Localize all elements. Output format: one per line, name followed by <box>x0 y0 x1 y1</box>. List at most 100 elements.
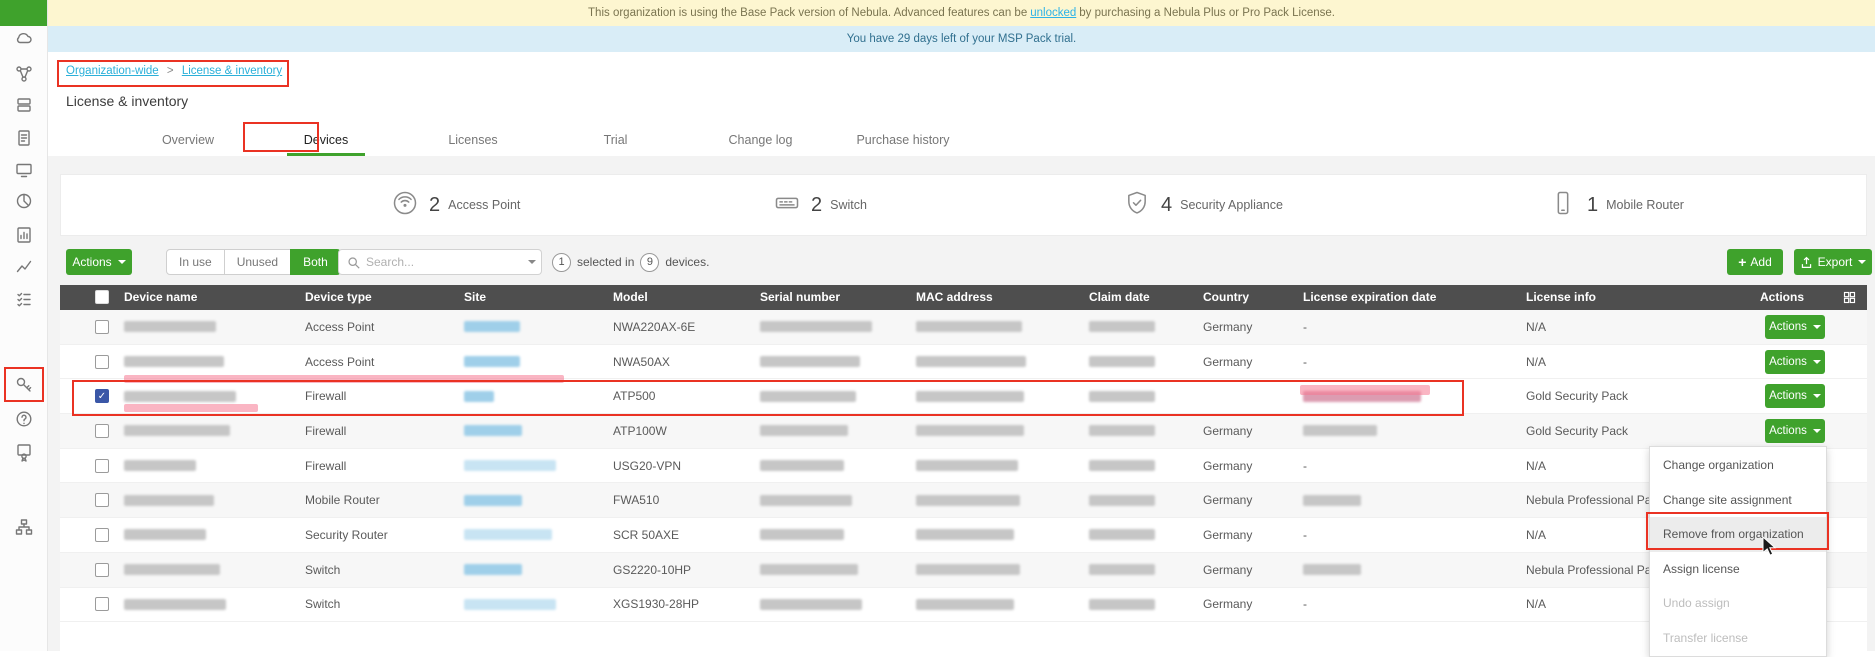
column-header-actions[interactable]: Actions <box>1760 285 1804 310</box>
analytics-icon[interactable] <box>14 256 34 276</box>
devices-icon[interactable] <box>14 160 34 180</box>
mac-address-cell <box>916 588 1014 622</box>
table-row[interactable]: ✓FirewallATP500Gold Security PackActions <box>60 379 1867 414</box>
msp-trial-banner: You have 29 days left of your MSP Pack t… <box>48 26 1875 52</box>
tab-devices[interactable]: Devices <box>276 126 376 156</box>
breadcrumb-organization-wide[interactable]: Organization-wide <box>66 65 159 77</box>
column-header-site[interactable]: Site <box>464 285 486 310</box>
table-row[interactable]: Access PointNWA50AXGermany-N/AActions <box>60 345 1867 380</box>
redacted-text <box>760 425 848 436</box>
tab-purchase-history[interactable]: Purchase history <box>843 126 963 156</box>
bulk-actions-button[interactable]: Actions <box>66 249 132 275</box>
device-type-cell: Firewall <box>305 379 346 413</box>
menu-item-change-site-assignment[interactable]: Change site assignment <box>1650 483 1826 518</box>
device-name-cell <box>124 379 236 413</box>
row-checkbox[interactable] <box>95 355 109 369</box>
row-actions-context-menu: Change organizationChange site assignmen… <box>1649 446 1827 657</box>
license-key-icon[interactable] <box>14 375 34 395</box>
column-header-license-expiration-date[interactable]: License expiration date <box>1303 285 1436 310</box>
caret-down-icon <box>1858 260 1866 264</box>
cloud-icon[interactable] <box>14 29 34 49</box>
add-device-button[interactable]: + Add <box>1727 249 1783 275</box>
filter-both[interactable]: Both <box>290 249 341 275</box>
column-settings-icon[interactable] <box>1842 290 1857 305</box>
serial-number-cell <box>760 553 858 587</box>
column-header-device-type[interactable]: Device type <box>305 285 372 310</box>
search-input[interactable] <box>366 255 515 269</box>
sites-icon[interactable] <box>14 95 34 115</box>
report-icon[interactable] <box>14 225 34 245</box>
model-cell: USG20-VPN <box>613 449 681 483</box>
search-options-button[interactable] <box>523 249 542 275</box>
mobile-router-icon <box>1549 189 1577 222</box>
caret-down-icon <box>1813 325 1821 329</box>
security-appliance-icon <box>1123 189 1151 222</box>
table-header: Device name Device type Site Model Serial nu… <box>60 285 1867 310</box>
summary-access-point: 2 Access Point <box>391 175 520 235</box>
row-checkbox[interactable] <box>95 528 109 542</box>
table-row[interactable]: Security RouterSCR 50AXEGermany-N/AActio… <box>60 518 1867 553</box>
menu-item-assign-license[interactable]: Assign license <box>1650 552 1826 587</box>
redacted-text <box>760 495 852 506</box>
usage-filter-group: In use Unused Both <box>167 249 341 275</box>
row-checkbox[interactable]: ✓ <box>95 389 109 403</box>
org-chart-icon[interactable] <box>14 517 34 537</box>
topology-icon[interactable] <box>14 64 34 84</box>
column-header-country[interactable]: Country <box>1203 285 1249 310</box>
export-button[interactable]: Export <box>1794 249 1872 275</box>
row-checkbox[interactable] <box>95 459 109 473</box>
tab-trial[interactable]: Trial <box>568 126 663 156</box>
menu-item-remove-from-organization[interactable]: Remove from organization <box>1650 517 1826 552</box>
column-header-model[interactable]: Model <box>613 285 648 310</box>
filter-unused[interactable]: Unused <box>224 249 291 275</box>
summary-security-appliance: 4 Security Appliance <box>1123 175 1283 235</box>
row-actions-button[interactable]: Actions <box>1765 350 1825 374</box>
row-actions-button[interactable]: Actions <box>1765 384 1825 408</box>
row-checkbox[interactable] <box>95 493 109 507</box>
table-row[interactable]: Access PointNWA220AX-6EGermany-N/AAction… <box>60 310 1867 345</box>
column-header-device-name[interactable]: Device name <box>124 285 197 310</box>
certificate-icon[interactable] <box>14 442 34 462</box>
row-actions-label: Actions <box>1769 390 1807 402</box>
row-checkbox[interactable] <box>95 424 109 438</box>
checklist-icon[interactable] <box>14 289 34 309</box>
row-checkbox[interactable] <box>95 563 109 577</box>
mac-address-cell <box>916 518 1014 552</box>
notes-icon[interactable] <box>14 128 34 148</box>
table-row[interactable]: FirewallATP100WGermanyGold Security Pack… <box>60 414 1867 449</box>
row-checkbox[interactable] <box>95 320 109 334</box>
breadcrumb-license-inventory[interactable]: License & inventory <box>182 65 282 77</box>
usage-pie-icon[interactable] <box>14 191 34 211</box>
row-actions-button[interactable]: Actions <box>1765 419 1825 443</box>
nebula-logo[interactable] <box>0 0 47 26</box>
license-info-cell: N/A <box>1526 449 1546 483</box>
table-row[interactable]: Mobile RouterFWA510GermanyNebula Profess… <box>60 483 1867 518</box>
select-all-checkbox[interactable] <box>95 290 109 304</box>
tab-overview[interactable]: Overview <box>138 126 238 156</box>
menu-item-change-organization[interactable]: Change organization <box>1650 448 1826 483</box>
column-header-mac-address[interactable]: MAC address <box>916 285 993 310</box>
filter-in-use[interactable]: In use <box>166 249 225 275</box>
device-type-cell: Firewall <box>305 449 346 483</box>
summary-mobile-router: 1 Mobile Router <box>1549 175 1684 235</box>
column-header-license-info[interactable]: License info <box>1526 285 1596 310</box>
device-type-cell: Switch <box>305 553 340 587</box>
help-icon[interactable] <box>14 409 34 429</box>
column-header-serial-number[interactable]: Serial number <box>760 285 840 310</box>
summary-switch: 2 Switch <box>773 175 867 235</box>
table-row[interactable]: FirewallUSG20-VPNGermany-N/AActions <box>60 449 1867 484</box>
license-info-cell: N/A <box>1526 588 1546 622</box>
sidebar <box>0 0 48 651</box>
claim-date-cell <box>1089 379 1155 413</box>
unlocked-link[interactable]: unlocked <box>1030 7 1076 19</box>
table-row[interactable]: SwitchXGS1930-28HPGermany-N/AActions <box>60 588 1867 623</box>
table-row[interactable]: SwitchGS2220-10HPGermanyNebula Professio… <box>60 553 1867 588</box>
row-checkbox[interactable] <box>95 597 109 611</box>
device-name-cell <box>124 588 226 622</box>
redacted-text <box>916 495 1020 506</box>
tab-licenses[interactable]: Licenses <box>420 126 526 156</box>
column-header-claim-date[interactable]: Claim date <box>1089 285 1150 310</box>
tab-change-log[interactable]: Change log <box>708 126 813 156</box>
row-actions-button[interactable]: Actions <box>1765 315 1825 339</box>
redacted-text <box>124 495 214 506</box>
